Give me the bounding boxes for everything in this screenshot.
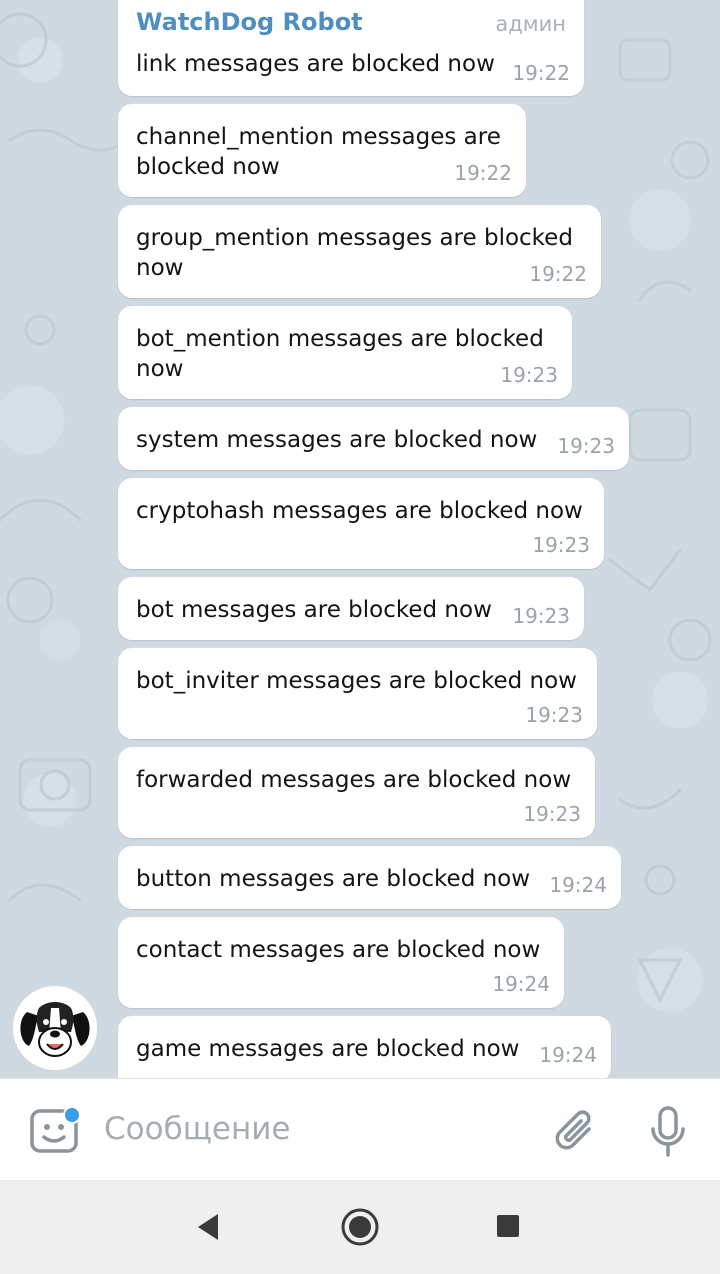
message-text: forwarded messages are blocked now: [136, 767, 572, 793]
message-text: bot_inviter messages are blocked now: [136, 668, 577, 694]
message-bubble[interactable]: system messages are blocked now 19:23: [118, 407, 629, 470]
message-input-bar: Сообщение: [0, 1078, 720, 1181]
message-time: 19:22: [512, 61, 570, 85]
message-time: 19:24: [549, 873, 607, 897]
message-time: 19:22: [454, 161, 512, 185]
message-time: 19:23: [525, 703, 583, 727]
message-text: game messages are blocked now: [136, 1036, 520, 1062]
message-time: 19:23: [523, 802, 581, 826]
message-text: contact messages are blocked now: [136, 937, 541, 963]
sender-name[interactable]: WatchDog Robot: [136, 8, 363, 36]
message-bubble[interactable]: channel_mention messages are blocked now…: [118, 104, 526, 197]
message-bubble[interactable]: bot messages are blocked now 19:23: [118, 577, 584, 640]
message-bubble[interactable]: contact messages are blocked now 19:24: [118, 917, 564, 1008]
android-navigation-bar: [0, 1180, 720, 1274]
message-text: system messages are blocked now: [136, 427, 538, 453]
chat-message-list[interactable]: WatchDog Robot админ link messages are b…: [0, 0, 720, 1078]
message-time: 19:23: [532, 533, 590, 557]
message-text: cryptohash messages are blocked now: [136, 498, 583, 524]
message-bubble[interactable]: button messages are blocked now 19:24: [118, 846, 621, 909]
avatar[interactable]: [13, 986, 97, 1070]
message-text: button messages are blocked now: [136, 866, 531, 892]
message-text: channel_mention messages are blocked now: [136, 124, 501, 180]
message-bubble[interactable]: forwarded messages are blocked now 19:23: [118, 747, 595, 838]
back-triangle-icon[interactable]: [194, 1212, 222, 1242]
message-time: 19:24: [539, 1043, 597, 1067]
message-input[interactable]: Сообщение: [104, 1111, 290, 1147]
telegram-chat-screen: WatchDog Robot админ link messages are b…: [0, 0, 720, 1274]
recents-square-icon[interactable]: [496, 1214, 520, 1238]
message-time: 19:23: [512, 604, 570, 628]
message-bubble[interactable]: bot_mention messages are blocked now 19:…: [118, 306, 572, 399]
message-bubble[interactable]: WatchDog Robot админ link messages are b…: [118, 0, 584, 96]
sticker-icon[interactable]: [30, 1107, 80, 1155]
paperclip-icon[interactable]: [553, 1107, 599, 1157]
message-text: bot_mention messages are blocked now: [136, 326, 544, 382]
message-time: 19:23: [557, 434, 615, 458]
dog-avatar-icon: [13, 986, 97, 1070]
admin-badge: админ: [495, 12, 566, 36]
microphone-icon[interactable]: [648, 1105, 688, 1159]
message-time: 19:22: [529, 262, 587, 286]
message-text: group_mention messages are blocked now: [136, 225, 573, 281]
message-bubble[interactable]: game messages are blocked now 19:24: [118, 1016, 611, 1078]
message-time: 19:23: [500, 363, 558, 387]
message-text: link messages are blocked now: [136, 51, 495, 77]
message-bubble[interactable]: cryptohash messages are blocked now 19:2…: [118, 478, 604, 569]
message-bubble[interactable]: group_mention messages are blocked now 1…: [118, 205, 601, 298]
message-text: bot messages are blocked now: [136, 597, 492, 623]
home-circle-icon[interactable]: [340, 1207, 380, 1247]
message-time: 19:24: [492, 972, 550, 996]
message-bubble[interactable]: bot_inviter messages are blocked now 19:…: [118, 648, 597, 739]
